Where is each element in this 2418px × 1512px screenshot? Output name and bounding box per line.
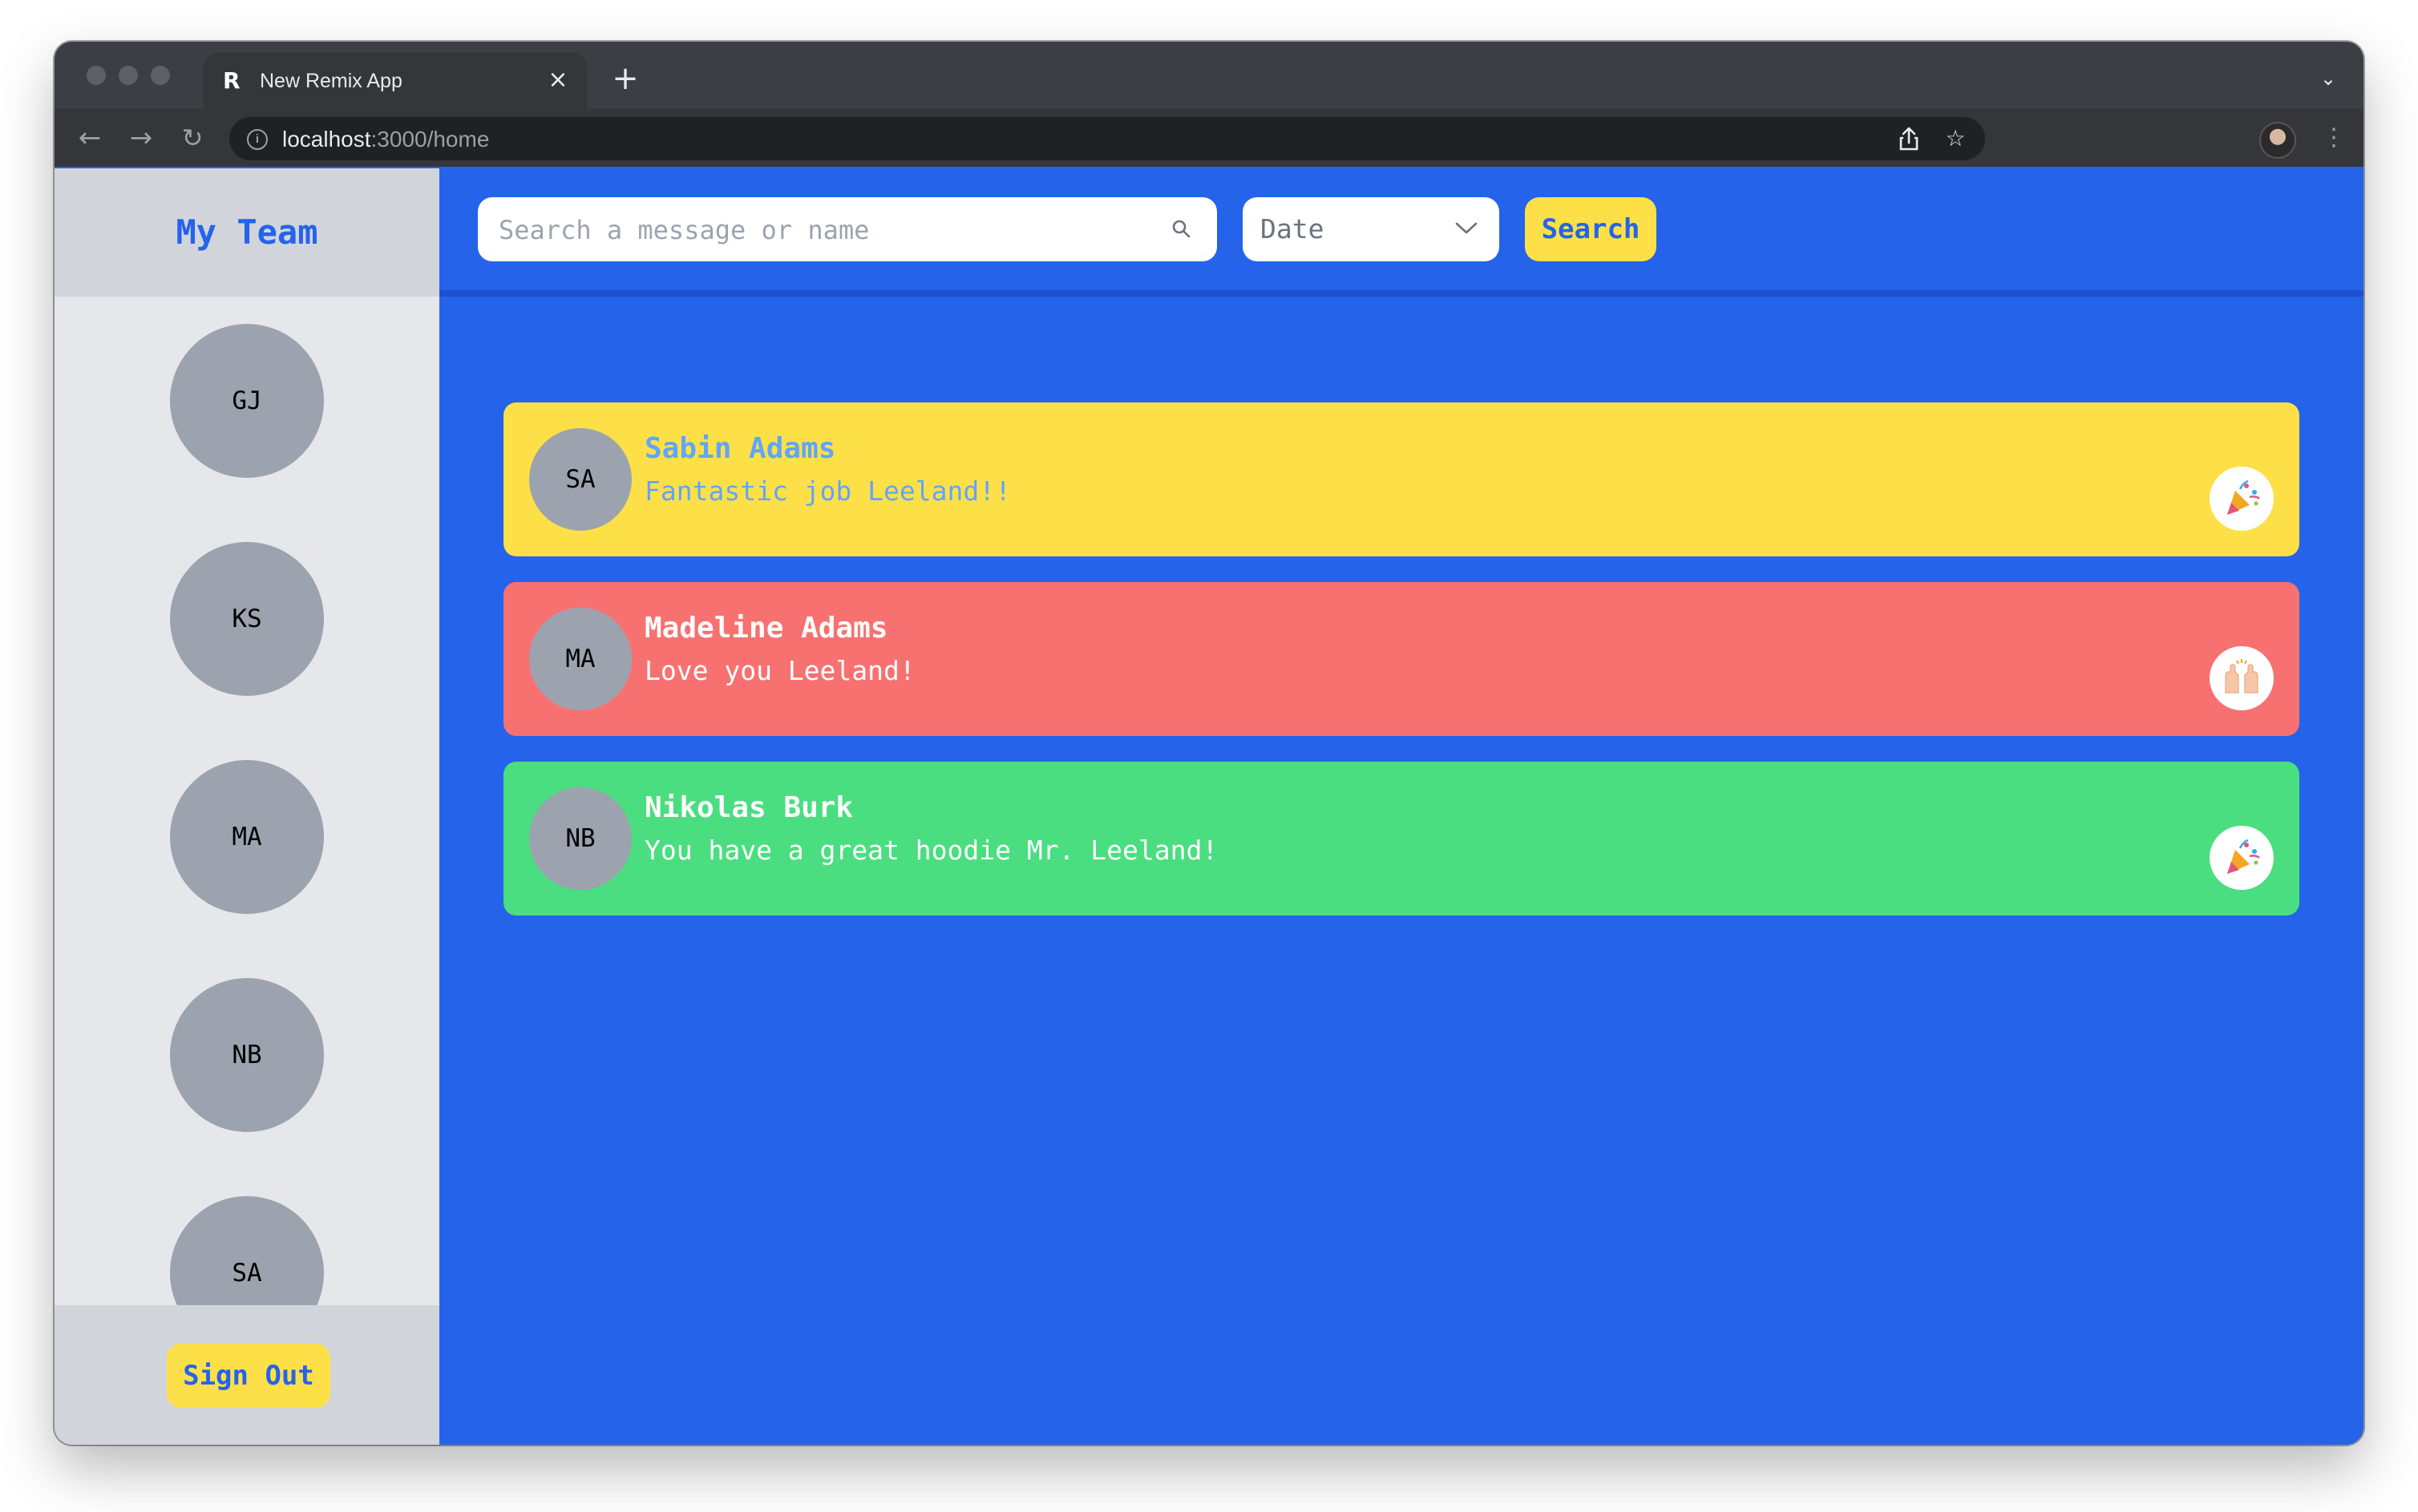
profile-avatar[interactable] xyxy=(2259,122,2296,159)
browser-toolbar: ← → ↻ i localhost:3000/home ☆ ⋮ xyxy=(55,109,2363,167)
browser-tab[interactable]: R New Remix App × xyxy=(204,53,587,109)
forward-arrow-icon[interactable]: → xyxy=(123,120,159,156)
kudo-author-avatar: MA xyxy=(529,608,632,710)
party-popper-icon xyxy=(2210,826,2274,890)
kudo-author-name: Nikolas Burk xyxy=(645,791,854,824)
kudo-message: You have a great hoodie Mr. Leeland! xyxy=(645,835,1219,866)
tab-close-icon[interactable]: × xyxy=(544,66,572,95)
reload-icon[interactable]: ↻ xyxy=(175,120,210,156)
share-icon[interactable] xyxy=(1894,123,1924,154)
remix-logo-icon: R xyxy=(223,67,241,94)
back-arrow-icon[interactable]: ← xyxy=(72,120,107,156)
team-member-avatar[interactable]: KS xyxy=(170,542,324,696)
search-icon xyxy=(1172,220,1191,238)
sign-out-button[interactable]: Sign Out xyxy=(167,1344,330,1408)
date-sort-select[interactable]: Date xyxy=(1243,197,1499,261)
tab-bar: R New Remix App × + ⌄ xyxy=(55,42,2363,109)
close-window-icon[interactable] xyxy=(87,66,106,85)
team-sidebar: My Team GJ KS MA NB SA Sign Out xyxy=(55,168,439,1445)
kudo-card: MA Madeline Adams Love you Leeland! xyxy=(503,582,2299,736)
search-input[interactable] xyxy=(497,197,1158,263)
date-select-value: Date xyxy=(1260,213,1324,245)
team-member-avatar[interactable]: GJ xyxy=(170,324,324,478)
sidebar-title: My Team xyxy=(176,212,318,252)
kudo-message: Fantastic job Leeland!! xyxy=(645,475,1011,507)
main-content: Date Search SA Sabin Adams Fantastic job… xyxy=(439,168,2363,1445)
tab-title: New Remix App xyxy=(260,70,402,92)
kudo-author-avatar: SA xyxy=(529,428,632,531)
maximize-window-icon[interactable] xyxy=(151,66,170,85)
new-tab-icon[interactable]: + xyxy=(608,63,643,98)
url-host: localhost xyxy=(282,127,371,152)
chevron-down-icon[interactable]: ⌄ xyxy=(2314,64,2343,93)
team-member-avatar[interactable]: MA xyxy=(170,760,324,914)
search-toolbar: Date Search xyxy=(439,168,2363,297)
minimize-window-icon[interactable] xyxy=(119,66,138,85)
sidebar-footer: Sign Out xyxy=(55,1305,439,1445)
search-button[interactable]: Search xyxy=(1525,197,1656,261)
kudo-author-name: Sabin Adams xyxy=(645,432,836,465)
chevron-down-icon xyxy=(1455,222,1478,234)
kudo-author-name: Madeline Adams xyxy=(645,612,888,645)
more-menu-icon[interactable]: ⋮ xyxy=(2322,120,2346,156)
browser-window: R New Remix App × + ⌄ ← → ↻ i localhost:… xyxy=(55,42,2363,1445)
party-popper-icon xyxy=(2210,467,2274,531)
kudo-card: SA Sabin Adams Fantastic job Leeland!! xyxy=(503,402,2299,556)
kudo-card: NB Nikolas Burk You have a great hoodie … xyxy=(503,762,2299,916)
raised-hands-icon xyxy=(2210,646,2274,710)
search-box[interactable] xyxy=(478,197,1217,263)
info-icon[interactable]: i xyxy=(247,129,268,150)
kudo-message: Love you Leeland! xyxy=(645,655,916,686)
kudo-author-avatar: NB xyxy=(529,787,632,890)
address-bar[interactable]: i localhost:3000/home ☆ xyxy=(229,117,1985,160)
url-path: :3000/home xyxy=(370,127,490,152)
sidebar-header: My Team xyxy=(55,168,439,297)
bookmark-star-icon[interactable]: ☆ xyxy=(1940,123,1971,154)
team-member-avatar[interactable]: NB xyxy=(170,978,324,1132)
url-text[interactable]: localhost:3000/home xyxy=(282,127,489,152)
